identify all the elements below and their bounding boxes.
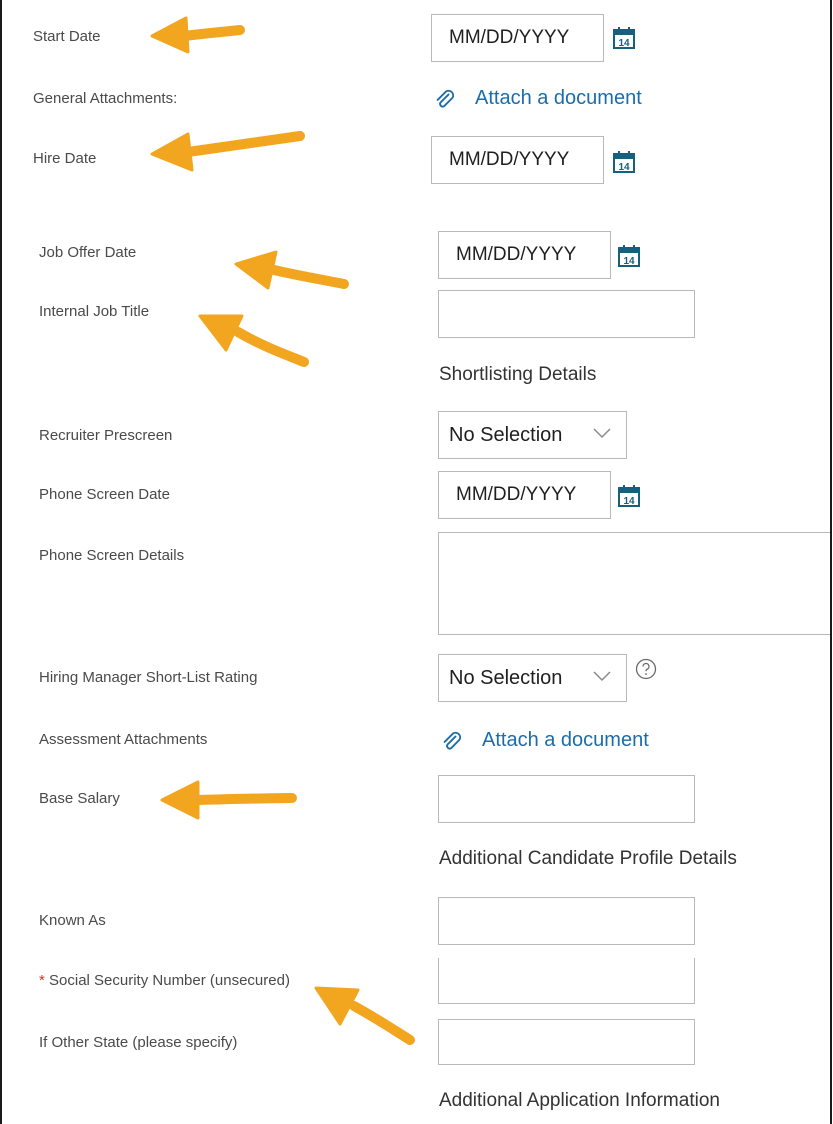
section-additional-application-information: Additional Application Information [439,1090,720,1111]
phone-screen-details-textarea[interactable] [438,532,830,635]
calendar-icon[interactable]: 14 [617,484,641,508]
arrow-annotation [150,16,245,54]
general-attach-text[interactable]: Attach a document [475,87,642,110]
hire-date-label: Hire Date [33,150,97,167]
paperclip-icon [443,731,462,749]
assessment-attach-text[interactable]: Attach a document [482,729,649,752]
general-attach-link[interactable]: Attach a document [433,87,642,110]
calendar-day: 14 [618,162,630,173]
arrow-annotation [314,986,415,1045]
internal-job-title-input[interactable] [438,290,695,338]
arrow-annotation [198,314,309,367]
assessment-attach-link[interactable]: Attach a document [440,729,649,752]
paperclip-icon [436,89,455,107]
calendar-icon[interactable]: 14 [617,244,641,268]
job-offer-date-input[interactable]: MM/DD/YYYY [438,231,611,279]
required-asterisk: * [39,972,45,989]
hiring-manager-rating-label: Hiring Manager Short-List Rating [39,669,258,686]
known-as-input[interactable] [438,897,695,945]
internal-job-title-label: Internal Job Title [39,303,150,320]
ssn-input[interactable] [438,958,695,1004]
calendar-day: 14 [623,496,635,507]
calendar-day: 14 [618,38,630,49]
section-additional-candidate-profile: Additional Candidate Profile Details [439,848,737,869]
other-state-label: If Other State (please specify) [39,1034,238,1051]
calendar-icon[interactable]: 14 [612,150,636,174]
assessment-attachments-label: Assessment Attachments [39,731,208,748]
base-salary-label: Base Salary [39,790,120,807]
start-date-label: Start Date [33,28,101,45]
right-border [830,0,832,1124]
calendar-icon[interactable]: 14 [612,26,636,50]
known-as-label: Known As [39,912,106,929]
recruiter-prescreen-value: No Selection [449,423,563,446]
arrow-annotation [150,131,305,172]
section-shortlisting-details: Shortlisting Details [439,364,597,385]
recruiter-prescreen-select[interactable]: No Selection [438,411,627,459]
chevron-down-icon [593,671,611,682]
general-attachments-label: General Attachments: [33,90,178,107]
arrow-annotation [160,780,297,820]
ssn-label-text: Social Security Number (unsecured) [49,972,290,989]
calendar-day: 14 [623,256,635,267]
phone-screen-details-label: Phone Screen Details [39,547,185,564]
phone-screen-date-label: Phone Screen Date [39,486,170,503]
other-state-input[interactable] [438,1019,695,1065]
base-salary-input[interactable] [438,775,695,823]
hiring-manager-rating-select[interactable]: No Selection [438,654,627,702]
chevron-down-icon [593,428,611,439]
job-offer-date-label: Job Offer Date [39,244,137,261]
hire-date-input[interactable]: MM/DD/YYYY [431,136,604,184]
ssn-label: * Social Security Number (unsecured) [39,972,290,989]
hiring-manager-rating-value: No Selection [449,666,563,689]
phone-screen-date-input[interactable]: MM/DD/YYYY [438,471,611,519]
start-date-input[interactable]: MM/DD/YYYY [431,14,604,62]
help-circle-icon[interactable] [635,658,657,680]
recruiter-prescreen-label: Recruiter Prescreen [39,427,173,444]
arrow-annotation [234,250,349,290]
left-border [0,0,2,1124]
